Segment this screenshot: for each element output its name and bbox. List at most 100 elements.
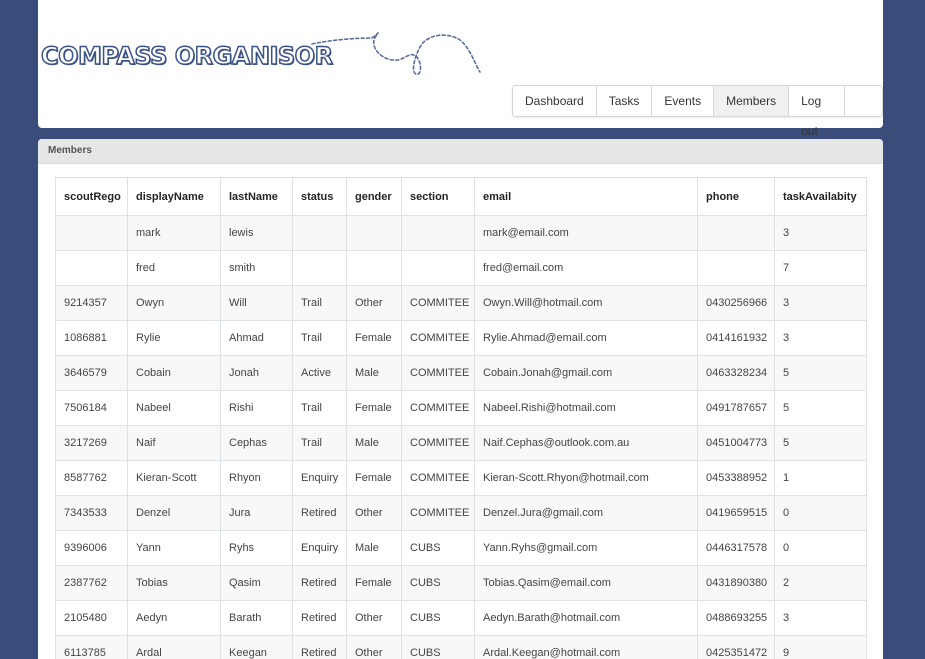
column-header-taskavailabity[interactable]: taskAvailabity [775,178,867,216]
table-cell-gender: Other [347,496,402,531]
table-cell-taskavailabity: 3 [775,601,867,636]
nav-empty-slot [845,86,882,116]
table-cell-status [293,251,347,286]
table-cell-gender: Other [347,601,402,636]
table-cell-gender: Female [347,391,402,426]
table-cell-lastname: lewis [221,216,293,251]
table-row[interactable]: marklewis mark@email.com 3 [56,216,867,251]
table-cell-phone: 0488693255 [698,601,775,636]
table-cell-email: fred@email.com [475,251,698,286]
table-cell-displayname: Naif [128,426,221,461]
table-row[interactable]: 7343533DenzelJuraRetiredOtherCOMMITEEDen… [56,496,867,531]
table-cell-scoutrego: 1086881 [56,321,128,356]
table-cell-displayname: Owyn [128,286,221,321]
column-header-section[interactable]: section [402,178,475,216]
column-header-email[interactable]: email [475,178,698,216]
table-row[interactable]: 9396006YannRyhsEnquiryMaleCUBSYann.Ryhs@… [56,531,867,566]
column-header-status[interactable]: status [293,178,347,216]
table-cell-email: Rylie.Ahmad@email.com [475,321,698,356]
table-cell-gender: Female [347,461,402,496]
table-cell-displayname: mark [128,216,221,251]
table-cell-displayname: Nabeel [128,391,221,426]
table-cell-email: Denzel.Jura@gmail.com [475,496,698,531]
table-cell-scoutrego: 6113785 [56,636,128,659]
table-row[interactable]: 7506184NabeelRishiTrailFemaleCOMMITEENab… [56,391,867,426]
table-cell-status: Trail [293,391,347,426]
table-cell-gender: Male [347,356,402,391]
table-cell-email: Ardal.Keegan@hotmail.com [475,636,698,659]
table-cell-status: Trail [293,426,347,461]
table-cell-displayname: Kieran-Scott [128,461,221,496]
table-row[interactable]: 6113785ArdalKeeganRetiredOtherCUBSArdal.… [56,636,867,659]
table-cell-taskavailabity: 3 [775,216,867,251]
main-nav: Dashboard Tasks Events Members Log out [512,85,883,117]
table-cell-section: CUBS [402,636,475,659]
column-header-lastname[interactable]: lastName [221,178,293,216]
table-row[interactable]: 3217269NaifCephasTrailMaleCOMMITEENaif.C… [56,426,867,461]
table-cell-phone: 0491787657 [698,391,775,426]
table-row[interactable]: 9214357OwynWillTrailOtherCOMMITEEOwyn.Wi… [56,286,867,321]
table-cell-lastname: Rishi [221,391,293,426]
table-row[interactable]: fredsmithfred@email.com7 [56,251,867,286]
table-cell-taskavailabity: 0 [775,531,867,566]
table-cell-gender: Male [347,426,402,461]
column-header-phone[interactable]: phone [698,178,775,216]
table-cell-email: Owyn.Will@hotmail.com [475,286,698,321]
table-cell-section [402,216,475,251]
column-header-displayname[interactable]: displayName [128,178,221,216]
table-cell-phone [698,216,775,251]
table-cell-email: Yann.Ryhs@gmail.com [475,531,698,566]
table-cell-status: Retired [293,636,347,659]
table-cell-scoutrego: 3217269 [56,426,128,461]
table-cell-displayname: Ardal [128,636,221,659]
table-cell-phone: 0431890380 [698,566,775,601]
table-cell-taskavailabity: 3 [775,286,867,321]
column-header-scoutrego[interactable]: scoutRego [56,178,128,216]
table-cell-status: Active [293,356,347,391]
nav-events[interactable]: Events [652,86,714,116]
table-cell-taskavailabity: 3 [775,321,867,356]
table-cell-phone: 0430256966 [698,286,775,321]
panel-title: Members [38,139,883,164]
table-cell-lastname: Jonah [221,356,293,391]
table-cell-gender [347,216,402,251]
nav-tasks[interactable]: Tasks [597,86,653,116]
nav-members[interactable]: Members [714,86,789,116]
table-row[interactable]: 8587762Kieran-ScottRhyonEnquiryFemaleCOM… [56,461,867,496]
table-cell-taskavailabity: 5 [775,356,867,391]
table-cell-taskavailabity: 5 [775,426,867,461]
table-cell-section: COMMITEE [402,391,475,426]
table-cell-displayname: Cobain [128,356,221,391]
table-cell-lastname: smith [221,251,293,286]
table-row[interactable]: 3646579CobainJonahActiveMaleCOMMITEECoba… [56,356,867,391]
nav-dashboard[interactable]: Dashboard [513,86,597,116]
table-cell-status: Enquiry [293,531,347,566]
table-cell-scoutrego: 3646579 [56,356,128,391]
table-cell-section: COMMITEE [402,356,475,391]
members-table-container: scoutRegodisplayNamelastNamestatusgender… [55,177,866,659]
table-cell-email: Tobias.Qasim@email.com [475,566,698,601]
members-panel: Members scoutRegodisplayNamelastNamestat… [38,139,883,659]
table-header-row: scoutRegodisplayNamelastNamestatusgender… [56,178,867,216]
table-row[interactable]: 2105480AedynBarathRetiredOtherCUBSAedyn.… [56,601,867,636]
table-cell-lastname: Rhyon [221,461,293,496]
table-cell-email: Naif.Cephas@outlook.com.au [475,426,698,461]
table-cell-phone: 0463328234 [698,356,775,391]
dotted-path-doodle-icon [310,32,510,82]
column-header-gender[interactable]: gender [347,178,402,216]
table-cell-phone: 0451004773 [698,426,775,461]
table-cell-email: mark@email.com [475,216,698,251]
table-cell-status: Retired [293,496,347,531]
table-row[interactable]: 1086881RylieAhmadTrailFemaleCOMMITEERyli… [56,321,867,356]
nav-logout[interactable]: Log out [789,86,845,116]
table-cell-section: CUBS [402,601,475,636]
table-cell-scoutrego [56,251,128,286]
app-logo: COMPASS ORGANISOR [41,42,333,70]
table-cell-scoutrego: 9396006 [56,531,128,566]
table-cell-section [402,251,475,286]
table-cell-lastname: Ahmad [221,321,293,356]
table-cell-displayname: Tobias [128,566,221,601]
table-row[interactable]: 2387762TobiasQasimRetiredFemaleCUBSTobia… [56,566,867,601]
table-cell-section: CUBS [402,566,475,601]
table-cell-scoutrego: 2105480 [56,601,128,636]
